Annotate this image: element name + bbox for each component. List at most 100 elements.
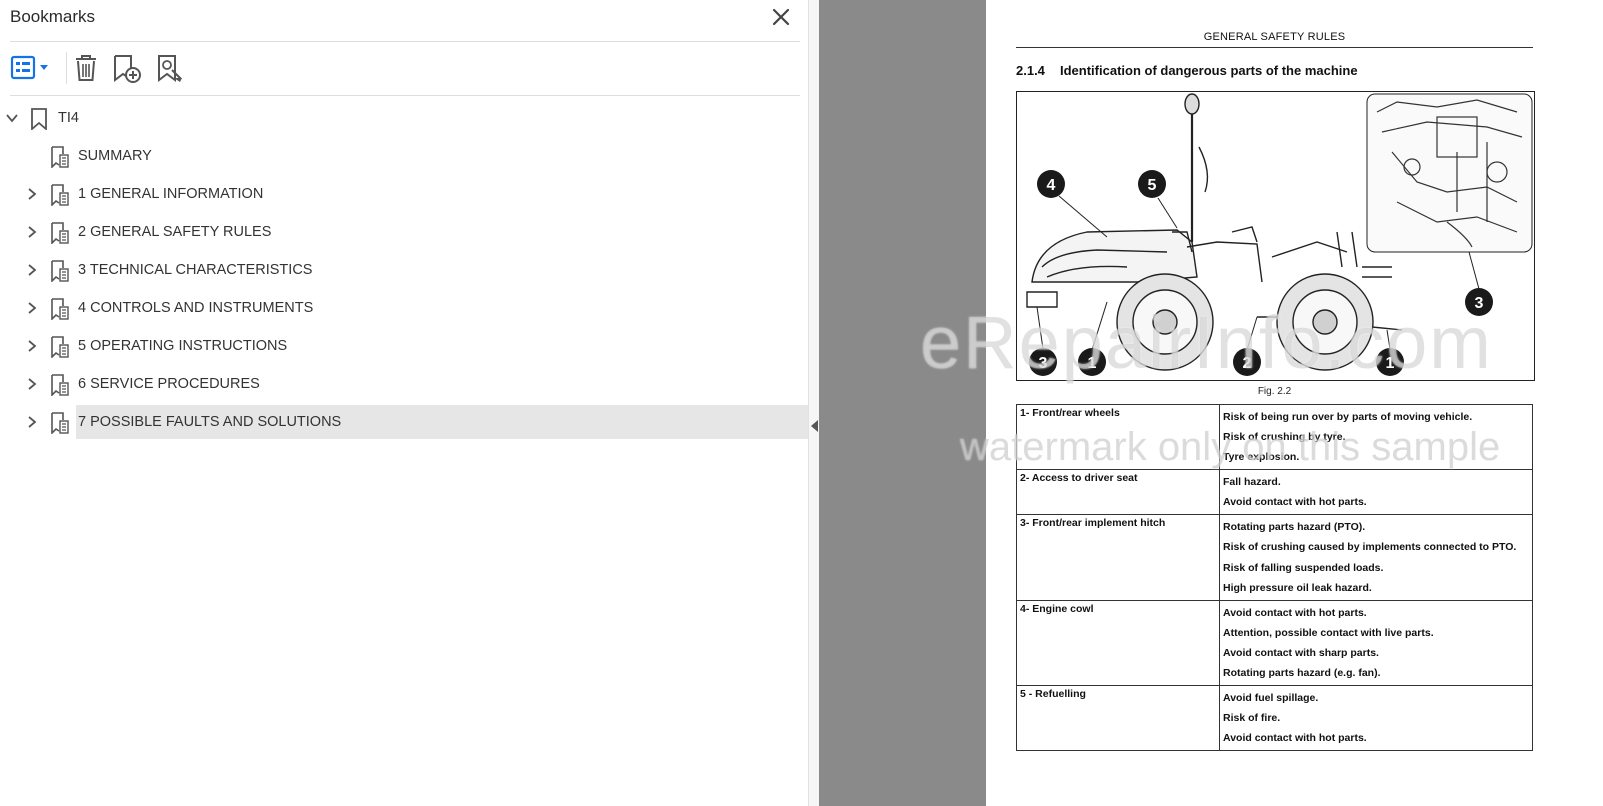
risk-text: Risk of fire. [1223, 712, 1281, 724]
risk-text: Risk of being run over by parts of movin… [1223, 411, 1473, 423]
find-bookmark-icon [158, 55, 182, 82]
trash-icon [76, 55, 96, 81]
toolbar-divider [66, 52, 67, 84]
bookmark-item-possible-faults[interactable]: 7 POSSIBLE FAULTS AND SOLUTIONS [0, 405, 808, 439]
risk-text: Risk of falling suspended loads. [1223, 562, 1384, 574]
tractor-figure: 4 5 3 3 1 2 1 [1016, 91, 1535, 381]
bookmark-item-operating-instructions[interactable]: 5 OPERATING INSTRUCTIONS [0, 329, 808, 363]
risk-text: Fall hazard. [1223, 476, 1281, 488]
risks-cell: Avoid fuel spillage. Risk of fire. Avoid… [1219, 685, 1533, 751]
chevron-right-icon[interactable] [25, 377, 39, 391]
callout-label: 2 [1243, 355, 1252, 372]
page-bookmark-icon [51, 222, 69, 244]
chevron-down-icon[interactable] [5, 111, 19, 125]
bookmark-label[interactable]: 2 GENERAL SAFETY RULES [76, 215, 271, 249]
risk-text: Rotating parts hazard (e.g. fan). [1223, 667, 1381, 679]
tractor-illustration: 4 5 3 3 1 2 1 [1026, 93, 1533, 376]
risk-text: Rotating parts hazard (PTO). [1223, 521, 1366, 533]
bookmark-root-label[interactable]: TI4 [56, 101, 79, 135]
bookmarks-panel: Bookmarks TI4 SUMMARY 1 GENERAL INFORMAT… [0, 0, 808, 806]
page-bookmark-icon [51, 336, 69, 358]
toolbar-bottom-divider [10, 95, 800, 96]
callout-label: 3 [1475, 295, 1484, 312]
risks-cell: Fall hazard. Avoid contact with hot part… [1219, 469, 1533, 515]
risks-cell: Rotating parts hazard (PTO). Risk of cru… [1219, 514, 1533, 601]
table-row: 2- Access to driver seat Fall hazard. Av… [1016, 469, 1533, 515]
risk-text: Avoid contact with sharp parts. [1223, 647, 1379, 659]
page-bookmark-icon [51, 374, 69, 396]
part-cell: 5 - Refuelling [1016, 685, 1220, 751]
table-row: 4- Engine cowl Avoid contact with hot pa… [1016, 600, 1533, 686]
bookmark-label[interactable]: 6 SERVICE PROCEDURES [76, 367, 260, 401]
risk-text: Avoid contact with hot parts. [1223, 496, 1367, 508]
bookmark-item-general-information[interactable]: 1 GENERAL INFORMATION [0, 177, 808, 211]
chevron-right-icon[interactable] [25, 301, 39, 315]
title-divider [10, 41, 800, 42]
risks-cell: Avoid contact with hot parts. Attention,… [1219, 600, 1533, 686]
collapse-panel-icon[interactable] [811, 420, 819, 432]
part-cell: 3- Front/rear implement hitch [1016, 514, 1220, 601]
new-bookmark-icon [114, 55, 141, 83]
bookmark-item-controls-and-instruments[interactable]: 4 CONTROLS AND INSTRUMENTS [0, 291, 808, 325]
page-bookmark-icon [51, 412, 69, 434]
risk-text: Avoid contact with hot parts. [1223, 607, 1367, 619]
document-page: GENERAL SAFETY RULES 2.1.4 Identification… [986, 0, 1603, 806]
bookmark-icon [31, 108, 47, 130]
risk-text: Tyre explosion. [1223, 451, 1300, 463]
chevron-right-icon[interactable] [25, 263, 39, 277]
page-bookmark-icon [51, 184, 69, 206]
section-number: 2.1.4 [1016, 63, 1045, 78]
callout-label: 1 [1088, 355, 1097, 372]
close-icon [772, 8, 790, 26]
bookmark-item-service-procedures[interactable]: 6 SERVICE PROCEDURES [0, 367, 808, 401]
panel-splitter[interactable] [808, 0, 819, 806]
risks-cell: Risk of being run over by parts of movin… [1219, 404, 1533, 470]
chevron-right-icon[interactable] [25, 415, 39, 429]
section-heading: 2.1.4 Identification of dangerous parts o… [1016, 63, 1358, 78]
callout-label: 5 [1148, 177, 1157, 194]
figure-caption: Fig. 2.2 [1257, 386, 1292, 397]
bookmark-label[interactable]: 3 TECHNICAL CHARACTERISTICS [76, 253, 312, 287]
document-viewer[interactable]: GENERAL SAFETY RULES 2.1.4 Identification… [819, 0, 1603, 806]
bookmark-item-general-safety-rules[interactable]: 2 GENERAL SAFETY RULES [0, 215, 808, 249]
bookmark-label[interactable]: SUMMARY [76, 139, 152, 173]
bookmark-label[interactable]: 4 CONTROLS AND INSTRUMENTS [76, 291, 313, 325]
close-panel-button[interactable] [770, 6, 792, 28]
bookmark-label[interactable]: 7 POSSIBLE FAULTS AND SOLUTIONS [76, 405, 808, 439]
table-row: 5 - Refuelling Avoid fuel spillage. Risk… [1016, 685, 1533, 751]
page-bookmark-icon [51, 298, 69, 320]
risk-text: High pressure oil leak hazard. [1223, 582, 1372, 594]
hazard-table: 1- Front/rear wheels Risk of being run o… [1016, 404, 1533, 751]
find-bookmark-button[interactable] [154, 52, 186, 84]
delete-bookmark-button[interactable] [72, 52, 100, 84]
header-rule [1016, 47, 1533, 48]
bookmark-item-summary[interactable]: SUMMARY [0, 139, 808, 173]
page-bookmark-icon [51, 260, 69, 282]
chevron-right-icon[interactable] [25, 339, 39, 353]
new-bookmark-button[interactable] [110, 52, 144, 84]
chevron-right-icon[interactable] [25, 225, 39, 239]
bookmark-label[interactable]: 5 OPERATING INSTRUCTIONS [76, 329, 287, 363]
part-cell: 2- Access to driver seat [1016, 469, 1220, 515]
bookmark-label[interactable]: 1 GENERAL INFORMATION [76, 177, 263, 211]
callout-label: 3 [1039, 355, 1048, 372]
chevron-right-icon[interactable] [25, 187, 39, 201]
bookmark-list-options-icon [10, 55, 48, 80]
risk-text: Avoid fuel spillage. [1223, 692, 1319, 704]
page-bookmark-icon [51, 146, 69, 168]
risk-text: Risk of crushing caused by implements co… [1223, 541, 1517, 553]
part-cell: 1- Front/rear wheels [1016, 404, 1220, 470]
risk-text: Avoid contact with hot parts. [1223, 732, 1367, 744]
risk-text: Risk of crushing by tyre. [1223, 431, 1346, 443]
bookmark-options-button[interactable] [10, 52, 54, 84]
table-row: 3- Front/rear implement hitch Rotating p… [1016, 514, 1533, 601]
panel-title: Bookmarks [10, 7, 96, 26]
risk-text: Attention, possible contact with live pa… [1223, 627, 1434, 639]
page-running-header: GENERAL SAFETY RULES [1203, 31, 1346, 43]
bookmark-root[interactable]: TI4 [0, 101, 808, 135]
callout-label: 4 [1047, 177, 1056, 194]
callout-label: 1 [1386, 355, 1395, 372]
bookmark-item-technical-characteristics[interactable]: 3 TECHNICAL CHARACTERISTICS [0, 253, 808, 287]
part-cell: 4- Engine cowl [1016, 600, 1220, 686]
table-row: 1- Front/rear wheels Risk of being run o… [1016, 404, 1533, 470]
